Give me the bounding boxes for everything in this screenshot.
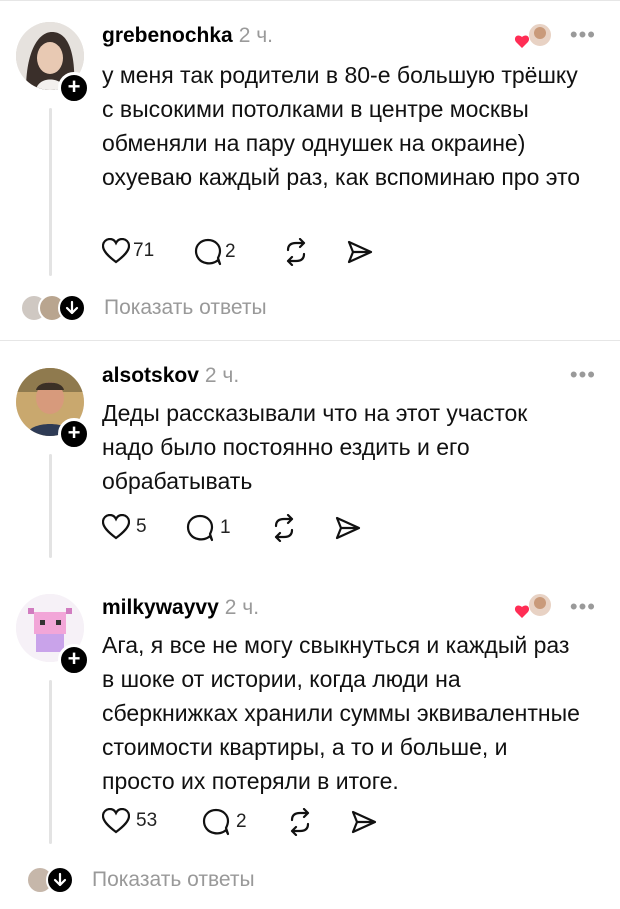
comment-text: Ага, я все не могу свыкнуться и каждый р… — [102, 632, 580, 794]
like-count: 71 — [133, 240, 155, 261]
expand-arrow-icon — [46, 866, 74, 894]
like-button[interactable]: 53 — [102, 808, 157, 834]
show-replies-label[interactable]: Показать ответы — [104, 296, 267, 320]
share-button[interactable] — [350, 808, 378, 836]
repost-button[interactable] — [282, 238, 310, 266]
like-count: 53 — [136, 810, 158, 831]
share-button[interactable] — [346, 238, 374, 266]
repost-icon — [290, 808, 310, 836]
timestamp: 2 ч. — [224, 596, 260, 619]
follow-plus-button[interactable]: + — [58, 72, 90, 104]
thread-line — [49, 108, 52, 276]
expand-arrow-icon — [58, 294, 86, 322]
reply-count: 1 — [220, 517, 231, 538]
comment-header: milkywayvy 2 ч. — [102, 596, 259, 620]
share-button[interactable] — [334, 514, 362, 542]
action-bar: 71 2 — [102, 238, 402, 268]
username[interactable]: milkywayvy — [102, 596, 219, 619]
heart-icon — [102, 238, 130, 264]
action-bar: 53 2 — [102, 808, 402, 838]
repost-button[interactable] — [286, 808, 314, 836]
like-button[interactable]: 71 — [102, 238, 154, 264]
follow-plus-button[interactable]: + — [58, 644, 90, 676]
heart-icon — [102, 808, 130, 834]
show-replies-row[interactable]: Показать ответы — [0, 866, 620, 902]
send-icon — [351, 810, 377, 834]
author-heart-icon — [514, 592, 553, 618]
comment-text: Деды рассказывали что на этот участок на… — [102, 400, 528, 494]
repost-button[interactable] — [270, 514, 298, 542]
comment-milkywayvy: + milkywayvy 2 ч. ••• Ага, я все не могу … — [0, 570, 620, 909]
author-heart-icon — [514, 22, 553, 48]
timestamp: 2 ч. — [204, 364, 240, 387]
action-bar: 5 1 — [102, 514, 402, 544]
more-options-button[interactable]: ••• — [570, 362, 596, 388]
like-count: 5 — [136, 516, 147, 537]
like-button[interactable]: 5 — [102, 514, 147, 540]
repost-icon — [286, 238, 306, 266]
comment-grebenochka: + grebenochka 2 ч. ••• у меня так родител… — [0, 0, 620, 340]
send-icon — [335, 516, 361, 540]
show-replies-row[interactable]: Показать ответы — [0, 294, 620, 330]
send-icon — [347, 240, 373, 264]
more-options-button[interactable]: ••• — [570, 594, 596, 620]
author-liked-badge — [514, 592, 554, 627]
comment-alsotskov: + alsotskov 2 ч. ••• Деды рассказывали чт… — [0, 340, 620, 570]
follow-plus-button[interactable]: + — [58, 418, 90, 450]
comment-bubble-icon — [194, 238, 222, 266]
username[interactable]: alsotskov — [102, 364, 199, 387]
comment-header: alsotskov 2 ч. — [102, 364, 239, 388]
timestamp: 2 ч. — [238, 24, 274, 47]
author-liked-badge — [514, 22, 554, 57]
reply-button[interactable]: 1 — [186, 514, 231, 542]
reply-button[interactable]: 2 — [194, 238, 236, 266]
comment-header: grebenochka 2 ч. — [102, 24, 273, 48]
more-options-button[interactable]: ••• — [570, 22, 596, 48]
reply-count: 2 — [236, 811, 247, 832]
comment-text: у меня так родители в 80-е большую трёшк… — [102, 62, 581, 190]
thread-line — [49, 454, 52, 558]
comment-bubble-icon — [186, 514, 214, 542]
arrow-down-icon — [53, 872, 67, 887]
arrow-down-icon — [65, 300, 79, 315]
repost-icon — [274, 514, 294, 542]
comment-bubble-icon — [202, 808, 230, 836]
thread-line — [49, 680, 52, 844]
username[interactable]: grebenochka — [102, 24, 233, 47]
reply-count: 2 — [225, 241, 236, 262]
heart-icon — [102, 514, 130, 540]
reply-button[interactable]: 2 — [202, 808, 247, 836]
show-replies-label[interactable]: Показать ответы — [92, 868, 255, 892]
